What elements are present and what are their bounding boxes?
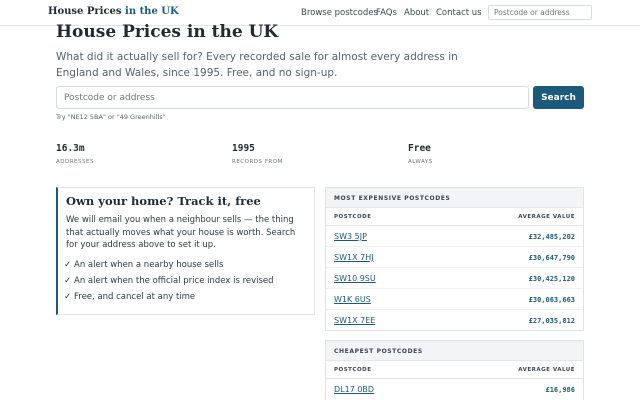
col-postcode: POSTCODE — [334, 214, 372, 220]
table-row: SW10 9SU £30,425,120 — [326, 268, 583, 289]
table-row: SW1X 7EE £27,035,812 — [326, 310, 583, 331]
table-row: DL17 0BD £16,986 — [326, 379, 583, 400]
main-search-input[interactable] — [56, 86, 529, 109]
postcode-link[interactable]: SW3 5JP — [334, 232, 367, 241]
benefit-item: ✓ Free, and cancel at any time — [64, 292, 195, 302]
average-value: £30,425,120 — [528, 275, 575, 283]
header-search-input[interactable] — [488, 5, 592, 20]
check-icon: ✓ — [64, 292, 72, 302]
postcode-link[interactable]: W1K 6US — [334, 295, 371, 304]
stat-records-label: RECORDS FROM — [232, 159, 283, 165]
track-card-title: Own your home? Track it, free — [66, 194, 261, 208]
postcode-link[interactable]: SW1X 7HJ — [334, 253, 374, 262]
average-value: £32,485,202 — [528, 233, 575, 241]
most-expensive-panel: MOST EXPENSIVE POSTCODES POSTCODE AVERAG… — [325, 187, 584, 331]
benefit-text: Free, and cancel at any time — [74, 292, 196, 302]
stat-addresses-label: ADDRESSES — [56, 159, 94, 165]
table-header: POSTCODE AVERAGE VALUE — [326, 208, 583, 226]
table-row: W1K 6US £30,063,663 — [326, 289, 583, 310]
col-average-value: AVERAGE VALUE — [518, 214, 575, 220]
logo-text-accent: in the UK — [125, 6, 179, 17]
nav-about[interactable]: About — [404, 8, 429, 18]
stat-price-value: Free — [408, 143, 431, 154]
stat-price-label: ALWAYS — [408, 159, 433, 165]
search-button[interactable]: Search — [533, 86, 584, 109]
average-value: £27,035,812 — [528, 317, 575, 325]
check-icon: ✓ — [64, 260, 72, 270]
average-value: £30,063,663 — [528, 296, 575, 304]
benefit-item: ✓ An alert when a nearby house sells — [64, 260, 223, 270]
postcode-link[interactable]: DL17 0BD — [334, 385, 374, 394]
page-subtitle: What did it actually sell for? Every rec… — [56, 51, 458, 79]
benefit-item: ✓ An alert when the official price index … — [64, 276, 274, 286]
stat-addresses-value: 16.3m — [56, 143, 85, 154]
page-title: House Prices in the UK — [56, 22, 279, 42]
nav-faqs[interactable]: FAQs — [376, 8, 397, 18]
average-value: £30,647,790 — [528, 254, 575, 262]
average-value: £16,986 — [545, 386, 575, 394]
panel-title: CHEAPEST POSTCODES — [326, 341, 583, 361]
table-header: POSTCODE AVERAGE VALUE — [326, 361, 583, 379]
check-icon: ✓ — [64, 276, 72, 286]
col-postcode: POSTCODE — [334, 367, 372, 373]
search-hint: Try "NE12 5BA" or "49 Greenhills" — [56, 113, 166, 121]
panel-title: MOST EXPENSIVE POSTCODES — [326, 188, 583, 208]
nav-browse-postcodes[interactable]: Browse postcodes — [301, 8, 378, 18]
track-card-text: We will email you when a neighbour sells… — [66, 215, 296, 250]
benefit-text: An alert when the official price index i… — [74, 276, 274, 286]
col-average-value: AVERAGE VALUE — [518, 367, 575, 373]
cheapest-panel: CHEAPEST POSTCODES POSTCODE AVERAGE VALU… — [325, 340, 584, 400]
table-row: SW3 5JP £32,485,202 — [326, 226, 583, 247]
postcode-link[interactable]: SW1X 7EE — [334, 316, 375, 325]
postcode-link[interactable]: SW10 9SU — [334, 274, 376, 283]
benefit-text: An alert when a nearby house sells — [74, 260, 224, 270]
table-row: SW1X 7HJ £30,647,790 — [326, 247, 583, 268]
stat-records-value: 1995 — [232, 143, 255, 154]
nav-contact-us[interactable]: Contact us — [436, 8, 482, 18]
logo-text-main: House Prices — [48, 6, 122, 17]
site-logo[interactable]: House Prices in the UK — [48, 6, 179, 17]
